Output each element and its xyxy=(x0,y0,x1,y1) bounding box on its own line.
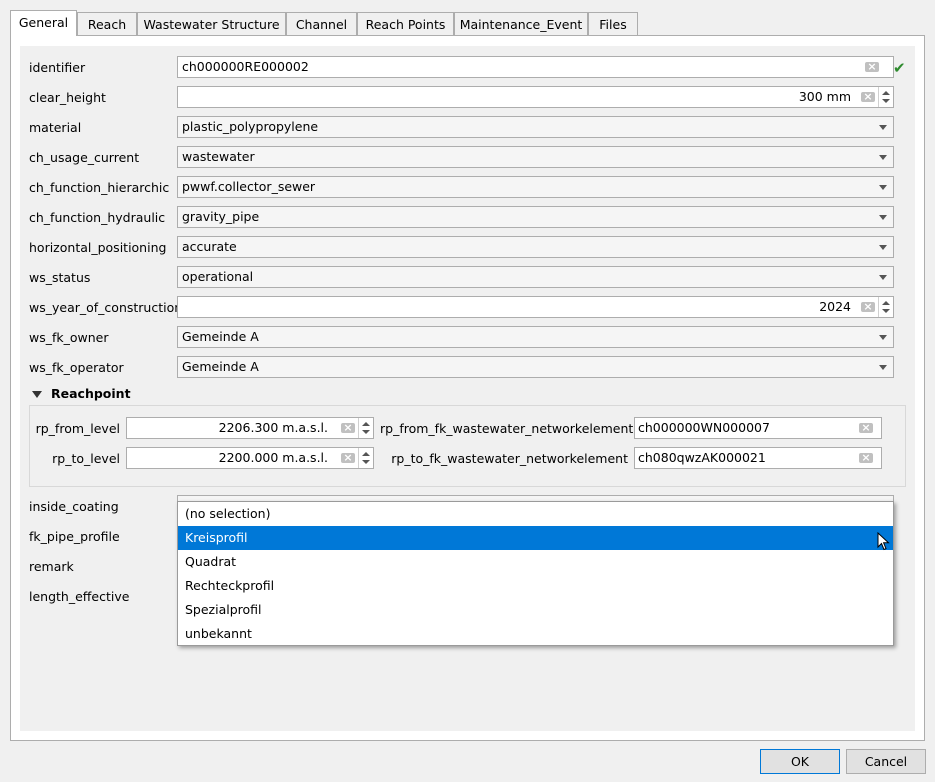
chevron-down-icon xyxy=(879,335,887,340)
chevron-down-icon xyxy=(879,215,887,220)
ws-year-of-construction-spinbox[interactable]: 2024 xyxy=(177,296,894,318)
rp-to-level-spinbox[interactable]: 2200.000 m.a.s.l. xyxy=(126,447,374,469)
ch-function-hydraulic-combo[interactable]: gravity_pipe xyxy=(177,206,894,228)
ch-usage-current-label: ch_usage_current xyxy=(29,150,140,165)
dropdown-option-spezialprofil[interactable]: Spezialprofil xyxy=(178,598,893,622)
tab-reach-points[interactable]: Reach Points xyxy=(357,12,454,35)
ch-usage-current-value: wastewater xyxy=(182,149,255,164)
dropdown-option-quadrat[interactable]: Quadrat xyxy=(178,550,893,574)
spin-up-icon[interactable] xyxy=(882,301,890,305)
ws-fk-owner-value: Gemeinde A xyxy=(182,329,259,344)
dropdown-option-rechteckprofil[interactable]: Rechteckprofil xyxy=(178,574,893,598)
ws-fk-operator-combo[interactable]: Gemeinde A xyxy=(177,356,894,378)
ch-function-hydraulic-value: gravity_pipe xyxy=(182,209,260,224)
spin-up-icon[interactable] xyxy=(362,422,370,426)
chevron-down-icon xyxy=(879,365,887,370)
clear-height-spinbox[interactable]: 300 mm xyxy=(177,86,894,108)
horizontal-positioning-combo[interactable]: accurate xyxy=(177,236,894,258)
horizontal-positioning-value: accurate xyxy=(182,239,237,254)
ws-year-of-construction-label: ws_year_of_construction xyxy=(29,300,183,315)
ch-function-hierarchic-label: ch_function_hierarchic xyxy=(29,180,170,195)
ws-status-combo[interactable]: operational xyxy=(177,266,894,288)
spin-up-icon[interactable] xyxy=(362,452,370,456)
cancel-button[interactable]: Cancel xyxy=(846,749,926,774)
rp-to-level-label: rp_to_level xyxy=(52,451,120,466)
rp-to-fk-label: rp_to_fk_wastewater_networkelement xyxy=(391,451,628,466)
rp-from-fk-label: rp_from_fk_wastewater_networkelement xyxy=(380,421,634,436)
ws-fk-owner-combo[interactable]: Gemeinde A xyxy=(177,326,894,348)
mouse-cursor-icon xyxy=(877,532,890,551)
length-effective-label: length_effective xyxy=(29,589,130,604)
clear-icon[interactable] xyxy=(859,448,873,468)
ws-year-of-construction-value: 2024 xyxy=(819,299,851,314)
tab-wastewater-structure[interactable]: Wastewater Structure xyxy=(137,12,286,35)
rp-from-fk-value: ch000000WN000007 xyxy=(638,420,770,435)
valid-check-icon: ✔ xyxy=(893,59,906,77)
clear-height-label: clear_height xyxy=(29,90,106,105)
ok-button[interactable]: OK xyxy=(760,749,840,774)
clear-height-value: 300 mm xyxy=(798,89,851,104)
rp-from-level-label: rp_from_level xyxy=(35,421,120,436)
clear-icon[interactable] xyxy=(859,418,873,438)
ch-function-hydraulic-label: ch_function_hydraulic xyxy=(29,210,166,225)
spin-buttons[interactable] xyxy=(358,418,373,438)
clear-icon[interactable] xyxy=(865,57,879,77)
tab-files[interactable]: Files xyxy=(588,12,638,35)
spin-buttons[interactable] xyxy=(878,297,893,317)
ws-status-label: ws_status xyxy=(29,270,91,285)
rp-from-level-spinbox[interactable]: 2206.300 m.a.s.l. xyxy=(126,417,374,439)
fk-pipe-profile-label: fk_pipe_profile xyxy=(29,529,120,544)
rp-to-fk-value: ch080qwzAK000021 xyxy=(638,450,766,465)
ws-fk-operator-value: Gemeinde A xyxy=(182,359,259,374)
spin-down-icon[interactable] xyxy=(362,460,370,464)
ws-fk-owner-label: ws_fk_owner xyxy=(29,330,109,345)
chevron-down-icon xyxy=(879,185,887,190)
tab-reach[interactable]: Reach xyxy=(77,12,137,35)
tab-general[interactable]: General xyxy=(10,10,77,36)
spin-buttons[interactable] xyxy=(878,87,893,107)
ch-function-hierarchic-combo[interactable]: pwwf.collector_sewer xyxy=(177,176,894,198)
chevron-down-icon xyxy=(879,125,887,130)
ch-usage-current-combo[interactable]: wastewater xyxy=(177,146,894,168)
dropdown-option-kreisprofil[interactable]: Kreisprofil xyxy=(178,526,893,550)
reachpoint-group-title[interactable]: Reachpoint xyxy=(51,386,131,402)
collapse-triangle-icon[interactable] xyxy=(32,391,42,398)
material-value: plastic_polypropylene xyxy=(182,119,319,134)
tab-maintenance-event[interactable]: Maintenance_Event xyxy=(454,12,588,35)
spin-down-icon[interactable] xyxy=(362,430,370,434)
remark-label: remark xyxy=(29,559,74,574)
spin-buttons[interactable] xyxy=(358,448,373,468)
material-label: material xyxy=(29,120,82,135)
clear-icon[interactable] xyxy=(341,418,355,438)
spin-up-icon[interactable] xyxy=(882,91,890,95)
dropdown-option-no-selection[interactable]: (no selection) xyxy=(178,502,893,526)
ws-status-value: operational xyxy=(182,269,254,284)
clear-icon[interactable] xyxy=(861,87,875,107)
identifier-label: identifier xyxy=(29,60,86,75)
spin-down-icon[interactable] xyxy=(882,99,890,103)
inside-coating-label: inside_coating xyxy=(29,499,119,514)
chevron-down-icon xyxy=(879,245,887,250)
clear-icon[interactable] xyxy=(341,448,355,468)
horizontal-positioning-label: horizontal_positioning xyxy=(29,240,167,255)
tab-channel[interactable]: Channel xyxy=(286,12,357,35)
ch-function-hierarchic-value: pwwf.collector_sewer xyxy=(182,179,316,194)
spin-down-icon[interactable] xyxy=(882,309,890,313)
chevron-down-icon xyxy=(879,275,887,280)
rp-from-fk-input[interactable]: ch000000WN000007 xyxy=(634,417,882,439)
identifier-input[interactable]: ch000000RE000002 xyxy=(177,56,894,78)
rp-to-level-value: 2200.000 m.a.s.l. xyxy=(218,450,328,465)
identifier-value: ch000000RE000002 xyxy=(182,59,309,74)
rp-to-fk-input[interactable]: ch080qwzAK000021 xyxy=(634,447,882,469)
clear-icon[interactable] xyxy=(861,297,875,317)
ws-fk-operator-label: ws_fk_operator xyxy=(29,360,124,375)
pipe-profile-dropdown-list[interactable]: (no selection) Kreisprofil Quadrat Recht… xyxy=(177,501,894,646)
material-combo[interactable]: plastic_polypropylene xyxy=(177,116,894,138)
chevron-down-icon xyxy=(879,155,887,160)
dropdown-option-unbekannt[interactable]: unbekannt xyxy=(178,622,893,646)
rp-from-level-value: 2206.300 m.a.s.l. xyxy=(218,420,328,435)
